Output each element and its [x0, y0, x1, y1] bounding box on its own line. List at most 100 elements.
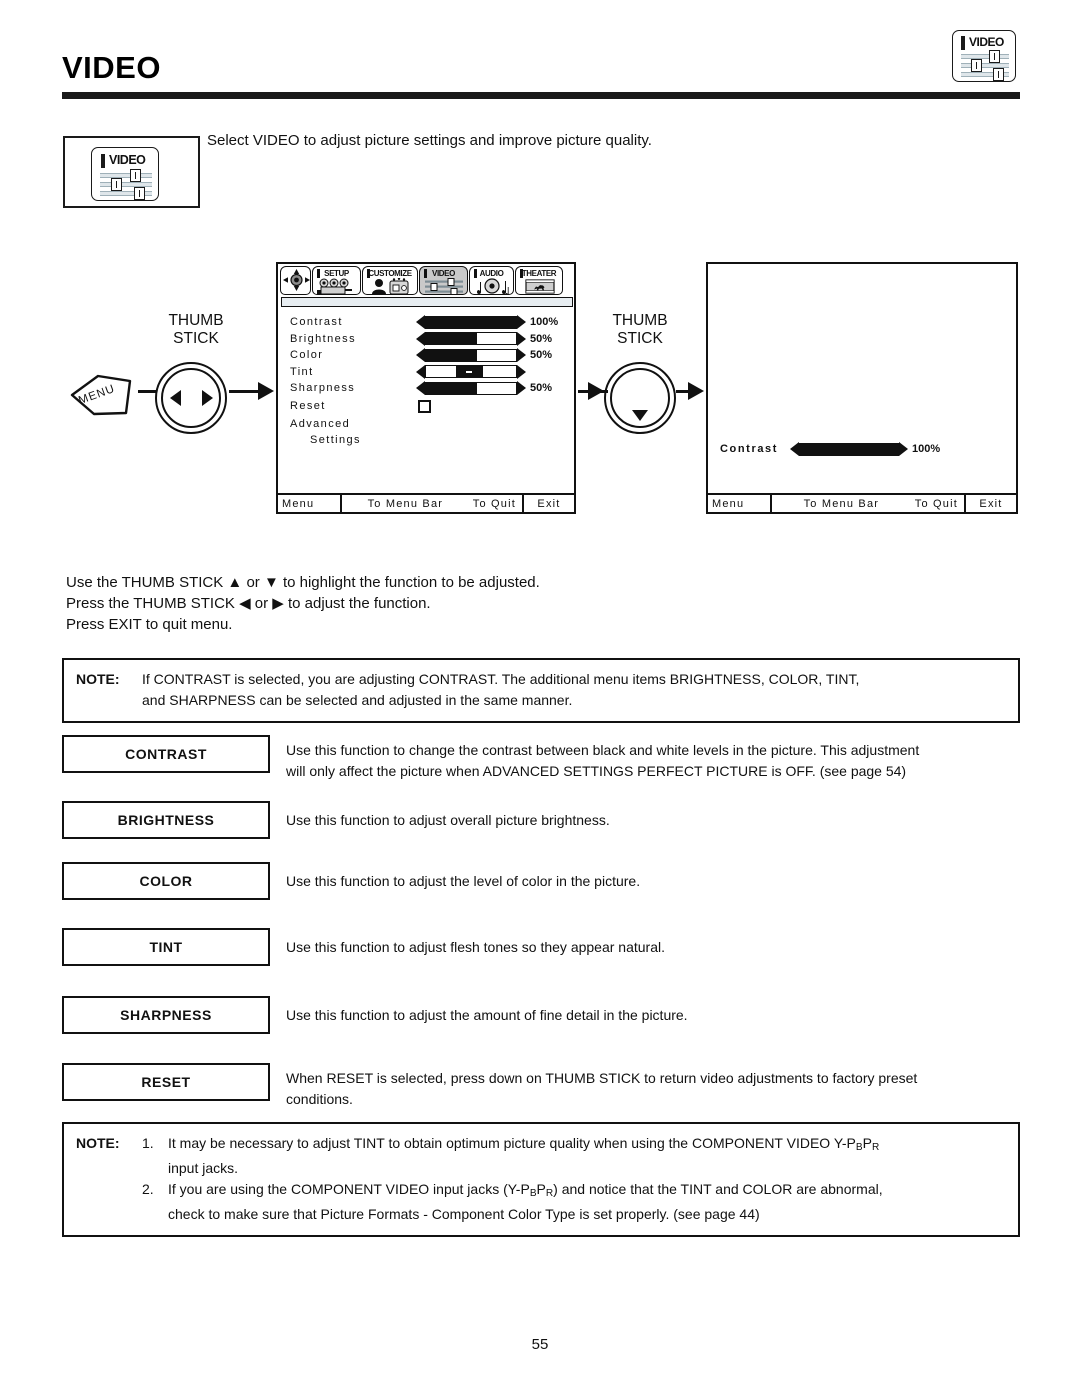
- slider-center-marker: [455, 366, 483, 378]
- slider-track[interactable]: [425, 348, 517, 362]
- slider-track[interactable]: [425, 332, 517, 346]
- osd-row-contrast[interactable]: Contrast 100%: [278, 314, 574, 331]
- video-icon-bar: [101, 154, 105, 168]
- menu-tab-setup[interactable]: SETUP: [312, 266, 361, 295]
- sliders-icon: [420, 277, 467, 294]
- video-icon-track-1: [100, 173, 152, 178]
- slider-decrease-icon[interactable]: [416, 315, 425, 330]
- slider-track[interactable]: [799, 442, 900, 456]
- osd-settings-list: Contrast 100% Brightness 50% Color 50% T…: [278, 314, 574, 449]
- video-icon-knob-1: [130, 169, 141, 182]
- slider-decrease-icon[interactable]: [416, 364, 425, 379]
- function-desc-line-1: Use this function to adjust the level of…: [286, 873, 641, 889]
- function-row-sharpness: SHARPNESS Use this function to adjust th…: [62, 996, 1020, 1034]
- osd-row-advanced-settings[interactable]: Settings: [278, 432, 574, 449]
- note-line: 2. If you are using the COMPONENT VIDEO …: [76, 1179, 1006, 1204]
- slider-increase-icon[interactable]: [517, 364, 526, 379]
- function-description: When RESET is selected, press down on TH…: [286, 1068, 1020, 1110]
- slider-decrease-icon[interactable]: [790, 442, 800, 456]
- function-label-tint: TINT: [62, 928, 270, 966]
- function-description: Use this function to adjust the level of…: [286, 871, 1020, 892]
- video-icon-knob-1: [989, 50, 1000, 63]
- osd-adjust-screen: Contrast 100% Menu To Menu Bar To Quit E…: [706, 262, 1018, 514]
- slider-increase-icon[interactable]: [517, 331, 526, 346]
- note-text: check to make sure that Picture Formats …: [168, 1206, 760, 1223]
- footer-exit-label[interactable]: Exit: [964, 495, 1016, 512]
- footer-to-quit-label[interactable]: To Quit: [911, 495, 964, 512]
- footer-menu-label[interactable]: Menu: [708, 495, 770, 512]
- slider-decrease-icon[interactable]: [416, 331, 425, 346]
- function-row-color: COLOR Use this function to adjust the le…: [62, 862, 1020, 900]
- osd-row-sharpness[interactable]: Sharpness 50%: [278, 380, 574, 397]
- osd-row-color[interactable]: Color 50%: [278, 347, 574, 364]
- slider-fill: [800, 443, 899, 455]
- osd-footer-bar: Menu To Menu Bar To Quit Exit: [708, 493, 1016, 512]
- slider-decrease-icon[interactable]: [416, 348, 425, 363]
- osd-menu-bar: SETUP CUSTOMIZE VIDEO AUDIO THEATER: [278, 264, 574, 296]
- osd-row-label: Reset: [290, 400, 326, 412]
- contrast-slider[interactable]: [416, 315, 526, 330]
- slider-increase-icon[interactable]: [517, 315, 526, 330]
- brightness-slider[interactable]: [416, 331, 526, 346]
- menu-tab-navigation[interactable]: [280, 266, 311, 295]
- note-spacer: [76, 1179, 142, 1204]
- function-description: Use this function to adjust overall pict…: [286, 810, 1020, 831]
- reset-checkbox[interactable]: [418, 399, 431, 413]
- music-note-icon: [470, 277, 513, 294]
- slider-track[interactable]: [425, 381, 517, 395]
- function-description: Use this function to change the contrast…: [286, 740, 1020, 782]
- note-line: NOTE: If CONTRAST is selected, you are a…: [76, 669, 1006, 690]
- footer-to-menu-bar-label[interactable]: To Menu Bar: [770, 495, 911, 512]
- slider-increase-icon[interactable]: [517, 348, 526, 363]
- note-subscript-r: R: [871, 1142, 880, 1154]
- osd-row-label: Color: [290, 349, 324, 362]
- note-text: It may be necessary to adjust TINT to ob…: [168, 1133, 1006, 1158]
- footer-menu-label[interactable]: Menu: [278, 495, 340, 512]
- menu-button-illustration: MENU: [68, 373, 136, 417]
- navigation-flow-diagram: MENU THUMB STICK THUMB STICK SETUP CUSTO…: [0, 250, 1080, 530]
- function-label-color: COLOR: [62, 862, 270, 900]
- color-slider[interactable]: [416, 348, 526, 363]
- osd-row-value: 50%: [530, 332, 553, 345]
- slider-track[interactable]: [425, 365, 517, 379]
- menu-tab-customize[interactable]: CUSTOMIZE: [362, 266, 418, 295]
- film-horse-icon: [516, 278, 562, 295]
- tint-slider[interactable]: [416, 364, 526, 379]
- function-row-contrast: CONTRAST Use this function to change the…: [62, 735, 1020, 779]
- osd-row-advanced[interactable]: Advanced: [278, 416, 574, 433]
- osd-row-tint[interactable]: Tint: [278, 364, 574, 381]
- slider-track[interactable]: [425, 315, 517, 329]
- slider-increase-icon[interactable]: [517, 381, 526, 396]
- menu-tab-theater[interactable]: THEATER: [515, 266, 563, 295]
- function-desc-line-1: Use this function to change the contrast…: [286, 742, 920, 758]
- osd-row-brightness[interactable]: Brightness 50%: [278, 331, 574, 348]
- slider-decrease-icon[interactable]: [416, 381, 425, 396]
- note-line: NOTE: 1. It may be necessary to adjust T…: [76, 1133, 1006, 1158]
- footer-to-menu-bar-label[interactable]: To Menu Bar: [340, 495, 469, 512]
- flow-arrow-line: [229, 390, 261, 393]
- function-desc-line-1: When RESET is selected, press down on TH…: [286, 1070, 918, 1086]
- thumb-stick-left-arrow-icon: [170, 390, 181, 406]
- note-spacer: [76, 690, 142, 711]
- note-text-b: P: [862, 1135, 872, 1151]
- footer-to-quit-label[interactable]: To Quit: [469, 495, 522, 512]
- note-subscript-b: B: [529, 1188, 537, 1200]
- note-text: If CONTRAST is selected, you are adjusti…: [142, 671, 860, 687]
- note-text-a: It may be necessary to adjust TINT to ob…: [168, 1135, 856, 1151]
- function-desc-line-2: conditions.: [286, 1091, 353, 1107]
- menu-tab-video[interactable]: VIDEO: [419, 266, 468, 295]
- slider-fill: [426, 349, 478, 361]
- camcorder-icon: [313, 278, 360, 294]
- title-divider: [62, 92, 1020, 99]
- menu-tab-label: THEATER: [521, 268, 557, 278]
- slider-increase-icon[interactable]: [899, 442, 909, 456]
- osd-row-value: 50%: [530, 349, 553, 362]
- contrast-adjust-overlay[interactable]: Contrast 100%: [720, 442, 940, 456]
- usage-line-3: Press EXIT to quit menu.: [66, 616, 233, 633]
- osd-row-label: Advanced: [290, 417, 351, 430]
- menu-tab-audio[interactable]: AUDIO: [469, 266, 514, 295]
- footer-exit-label[interactable]: Exit: [522, 495, 574, 512]
- flow-arrow-head: [688, 382, 704, 400]
- sharpness-slider[interactable]: [416, 381, 526, 396]
- osd-row-reset[interactable]: Reset: [278, 397, 574, 416]
